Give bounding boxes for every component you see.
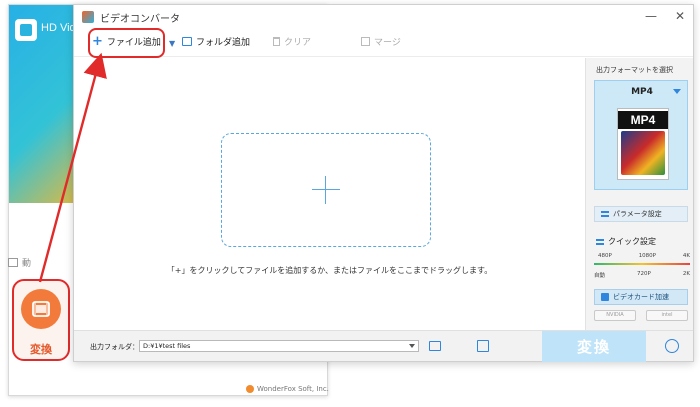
chip-icon: [601, 293, 609, 301]
app-icon: [82, 11, 94, 23]
res-label[interactable]: 720P: [637, 271, 651, 279]
resolution-labels-top: 480P 1080P 4K: [594, 253, 690, 259]
chevron-down-icon[interactable]: [409, 344, 415, 348]
trash-icon: [273, 37, 280, 46]
output-folder-path: D:¥1¥test files: [143, 342, 191, 350]
file-workspace[interactable]: 「+」をクリックしてファイルを追加するか、またはファイルをここまでドラッグします…: [74, 58, 585, 330]
res-label[interactable]: 自動: [594, 271, 605, 279]
launcher-convert-label: 変換: [30, 343, 52, 356]
merge-label: マージ: [374, 38, 401, 48]
close-button[interactable]: ✕: [675, 9, 685, 23]
screen: HD Video C 動 変換 WonderFox Soft, Inc. ビデオ…: [0, 0, 700, 407]
wonderfox-logo-icon: [246, 385, 254, 393]
res-label[interactable]: 1080P: [639, 253, 656, 259]
open-folder-icon[interactable]: [429, 341, 441, 351]
format-selector[interactable]: MP4 MP4: [594, 80, 688, 190]
quick-settings-text: クイック設定: [608, 237, 656, 246]
output-format-label: 出力フォーマットを選択: [596, 66, 673, 74]
add-folder-label: フォルダ追加: [196, 38, 251, 48]
gpu-brand-badges: NVIDIA intel: [594, 310, 688, 321]
browse-folder-icon[interactable]: [477, 340, 489, 352]
folder-plus-icon: [182, 37, 192, 46]
clear-label: クリア: [284, 38, 312, 48]
intel-badge: intel: [646, 310, 688, 321]
film-icon: [21, 289, 61, 329]
menu-square-icon: [8, 258, 18, 267]
nvidia-badge: NVIDIA: [594, 310, 636, 321]
res-label[interactable]: 2K: [683, 271, 690, 279]
res-label[interactable]: 4K: [683, 253, 690, 259]
settings-sliders-icon: [601, 211, 609, 217]
add-folder-button[interactable]: フォルダ追加: [182, 35, 250, 48]
launcher-footer: WonderFox Soft, Inc.: [246, 385, 329, 393]
app-logo-icon: [15, 19, 37, 41]
format-dropdown-icon[interactable]: [673, 89, 681, 94]
res-label[interactable]: 480P: [598, 253, 612, 259]
quick-settings-icon: [596, 238, 604, 245]
bottom-bar: 出力フォルダ： D:¥1¥test files 変換: [74, 330, 693, 362]
convert-button[interactable]: 変換: [542, 331, 646, 362]
drop-hint-text: 「+」をクリックしてファイルを追加するか、またはファイルをここまでドラッグします…: [166, 266, 493, 275]
launcher-footer-text: WonderFox Soft, Inc.: [257, 385, 329, 393]
quality-slider[interactable]: [594, 263, 690, 265]
converter-window: ビデオコンバータ — ✕ + ファイル追加 ▼ フォルダ追加 クリア マージ 「…: [73, 4, 694, 362]
gpu-acceleration-button[interactable]: ビデオカード加速: [594, 289, 688, 305]
launcher-convert-tile[interactable]: 変換: [12, 279, 70, 361]
mp4-icon-label: MP4: [618, 111, 668, 129]
output-format-panel: 出力フォーマットを選択 MP4 MP4 パラメータ設定 クイック設定 480P …: [585, 58, 693, 330]
resolution-labels-bottom: 自動 720P 2K: [594, 271, 690, 279]
launcher-side-item-label: 動: [22, 259, 32, 269]
add-file-dropdown-button[interactable]: ▼: [169, 39, 175, 48]
toolbar: + ファイル追加 ▼ フォルダ追加 クリア マージ: [74, 31, 693, 57]
parameter-settings-button[interactable]: パラメータ設定: [594, 206, 688, 222]
drop-zone[interactable]: [221, 133, 431, 247]
mp4-icon-art: [621, 131, 665, 175]
minimize-button[interactable]: —: [645, 9, 657, 23]
window-controls: — ✕: [645, 9, 685, 23]
gpu-acceleration-label: ビデオカード加速: [613, 293, 669, 301]
parameter-settings-label: パラメータ設定: [613, 210, 662, 218]
quick-settings-label: クイック設定: [596, 236, 656, 247]
merge-icon: [361, 37, 370, 46]
add-plus-icon: [312, 176, 340, 204]
mp4-format-icon: MP4: [617, 108, 669, 180]
merge-button[interactable]: マージ: [361, 35, 401, 48]
clear-button[interactable]: クリア: [273, 35, 311, 48]
window-title: ビデオコンバータ: [100, 13, 180, 25]
window-titlebar: ビデオコンバータ — ✕: [74, 5, 693, 29]
output-folder-select[interactable]: D:¥1¥test files: [139, 340, 419, 352]
add-file-highlight: [88, 28, 165, 58]
output-folder-label: 出力フォルダ：: [90, 343, 139, 351]
launcher-side-item[interactable]: 動: [8, 256, 31, 269]
alarm-clock-icon[interactable]: [665, 339, 679, 353]
